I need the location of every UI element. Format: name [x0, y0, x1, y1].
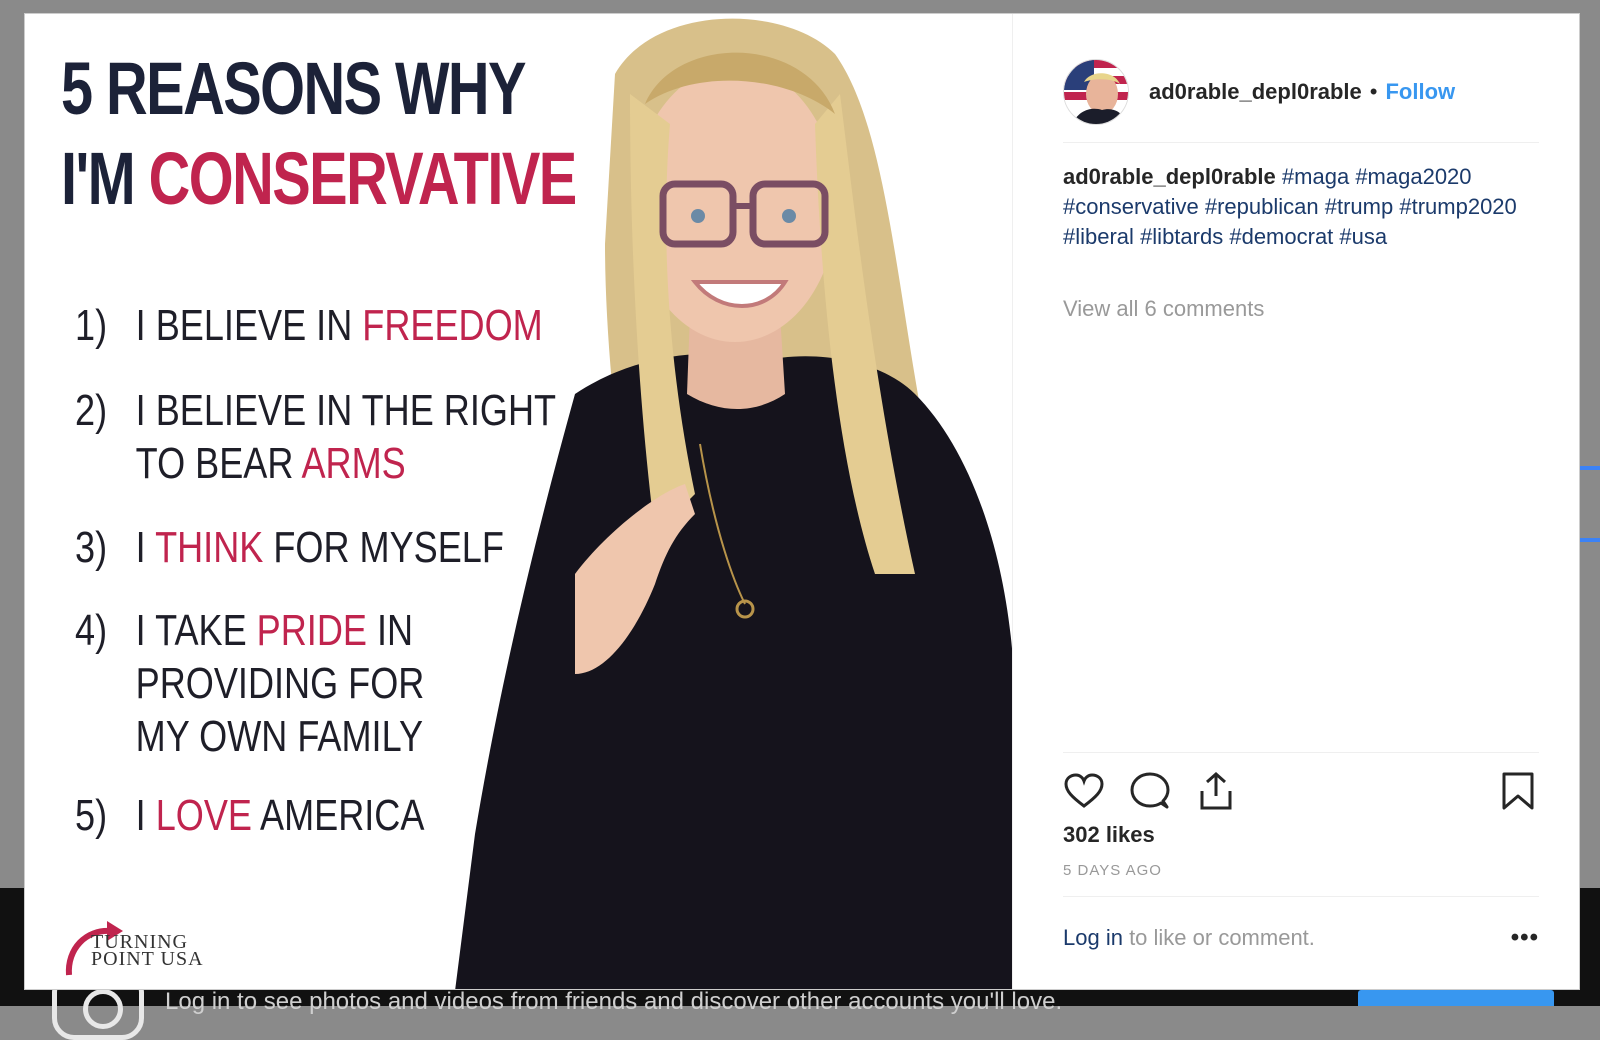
login-prompt-text: Log in to like or comment.	[1063, 925, 1315, 951]
heart-icon	[1064, 773, 1104, 808]
login-prompt-rest: to like or comment.	[1122, 925, 1315, 950]
follow-button[interactable]: Follow	[1385, 79, 1455, 105]
hashtag-link[interactable]: #republican	[1205, 194, 1319, 219]
comment-button[interactable]	[1129, 770, 1171, 812]
meme-reason-segment: MY OWN FAMILY	[135, 712, 424, 761]
likes-count[interactable]: 302 likes	[1063, 822, 1155, 848]
meme-reason-segment: TO BEAR	[135, 439, 302, 488]
post-sidebar: ad0rable_depl0rable • Follow ad0rable_de…	[1013, 14, 1579, 989]
post-image[interactable]: 5 REASONS WHY I'M CONSERVATIVE 1) I BELIE…	[25, 14, 1013, 989]
hashtag-link[interactable]: #libtards	[1140, 224, 1223, 249]
meme-reason-item: 5) I LOVE AMERICA	[75, 789, 424, 842]
meme-reason-item: 3) I THINK FOR MYSELF	[75, 521, 504, 574]
meme-reason-highlight: THINK	[155, 523, 264, 572]
divider	[1063, 896, 1539, 897]
more-options-button[interactable]: •••	[1511, 924, 1539, 952]
meme-reason-segment: I	[135, 791, 156, 840]
hashtag-link[interactable]: #trump2020	[1399, 194, 1516, 219]
backdrop-signup-button[interactable]	[1358, 990, 1554, 1006]
divider	[1063, 752, 1539, 753]
hashtag-link[interactable]: #democrat	[1229, 224, 1333, 249]
meme-reason-line: MY OWN FAMILY	[136, 710, 425, 763]
meme-reason-item: 4) I TAKE PRIDE IN PROVIDING FOR MY OWN FAM…	[75, 604, 424, 763]
header-username[interactable]: ad0rable_depl0rable	[1149, 79, 1362, 105]
hashtag-link[interactable]: #usa	[1339, 224, 1387, 249]
bookmark-icon	[1502, 772, 1534, 810]
woman-photo	[455, 18, 1012, 989]
logo-line-2: POINT USA	[91, 948, 204, 970]
avatar-image	[1064, 60, 1128, 124]
meme-title-line-1: 5 REASONS WHY	[61, 47, 527, 130]
meme-reason-segment: PROVIDING FOR	[135, 659, 425, 708]
meme-reason-highlight: LOVE	[155, 791, 252, 840]
meme-reason-number: 1)	[75, 301, 108, 350]
meme-reason-text: I TAKE PRIDE IN PROVIDING FOR MY OWN FAMIL…	[136, 604, 425, 763]
meme-reason-number: 3)	[75, 523, 108, 572]
backdrop-footer-text: Log in to see photos and videos from fri…	[165, 988, 1063, 1015]
backdrop-accent	[1580, 538, 1600, 542]
comment-icon	[1130, 772, 1170, 809]
meme-reason-line: I TAKE PRIDE IN	[136, 604, 425, 657]
view-all-comments-link[interactable]: View all 6 comments	[1063, 296, 1264, 322]
meme-reason-segment: I TAKE	[135, 606, 257, 655]
meme-reason-highlight: ARMS	[301, 439, 406, 488]
share-icon	[1200, 771, 1232, 810]
backdrop-accent	[1580, 466, 1600, 470]
meme-reason-line: I LOVE AMERICA	[136, 789, 425, 842]
meme-reason-line: PROVIDING FOR	[136, 657, 425, 710]
meme-reason-segment: I BELIEVE IN	[135, 301, 363, 350]
hashtag-link[interactable]: #trump	[1325, 194, 1393, 219]
login-link[interactable]: Log in	[1063, 925, 1123, 950]
share-button[interactable]	[1195, 770, 1237, 812]
post-caption: ad0rable_depl0rable #maga #maga2020 #con…	[1063, 162, 1533, 252]
like-button[interactable]	[1063, 770, 1105, 812]
header-separator: •	[1369, 79, 1378, 104]
login-prompt: Log in to like or comment. •••	[1063, 924, 1539, 952]
meme-title: 5 REASONS WHY I'M CONSERVATIVE	[61, 44, 577, 224]
hashtag-link[interactable]: #liberal	[1063, 224, 1134, 249]
meme-reason-number: 5)	[75, 791, 108, 840]
hashtag-link[interactable]: #conservative	[1063, 194, 1199, 219]
meme-title-im: I'M	[61, 137, 149, 220]
meme-reason-text: I LOVE AMERICA	[136, 789, 425, 842]
meme-reason-segment: AMERICA	[251, 791, 425, 840]
post-actions	[1063, 770, 1237, 814]
post-timestamp: 5 DAYS AGO	[1063, 862, 1162, 879]
meme-reason-text: I THINK FOR MYSELF	[136, 521, 504, 574]
hashtag-link[interactable]: #maga	[1282, 164, 1349, 189]
save-button[interactable]	[1497, 770, 1539, 812]
turning-point-logo-text: TURNING POINT USA	[91, 932, 204, 970]
hashtag-link[interactable]: #maga2020	[1355, 164, 1471, 189]
meme-reason-line: I THINK FOR MYSELF	[136, 521, 504, 574]
avatar[interactable]	[1063, 59, 1129, 125]
caption-username[interactable]: ad0rable_depl0rable	[1063, 164, 1276, 189]
meme-reason-segment: I	[135, 523, 156, 572]
post-header: ad0rable_depl0rable • Follow	[1063, 42, 1539, 143]
meme-reason-highlight: PRIDE	[256, 606, 367, 655]
meme-reason-number: 2)	[75, 386, 108, 435]
meme-reason-number: 4)	[75, 606, 108, 655]
meme-title-line-2: I'M CONSERVATIVE	[61, 134, 577, 224]
meme-reason-segment: IN	[366, 606, 414, 655]
post-modal: 5 REASONS WHY I'M CONSERVATIVE 1) I BELIE…	[24, 13, 1580, 990]
